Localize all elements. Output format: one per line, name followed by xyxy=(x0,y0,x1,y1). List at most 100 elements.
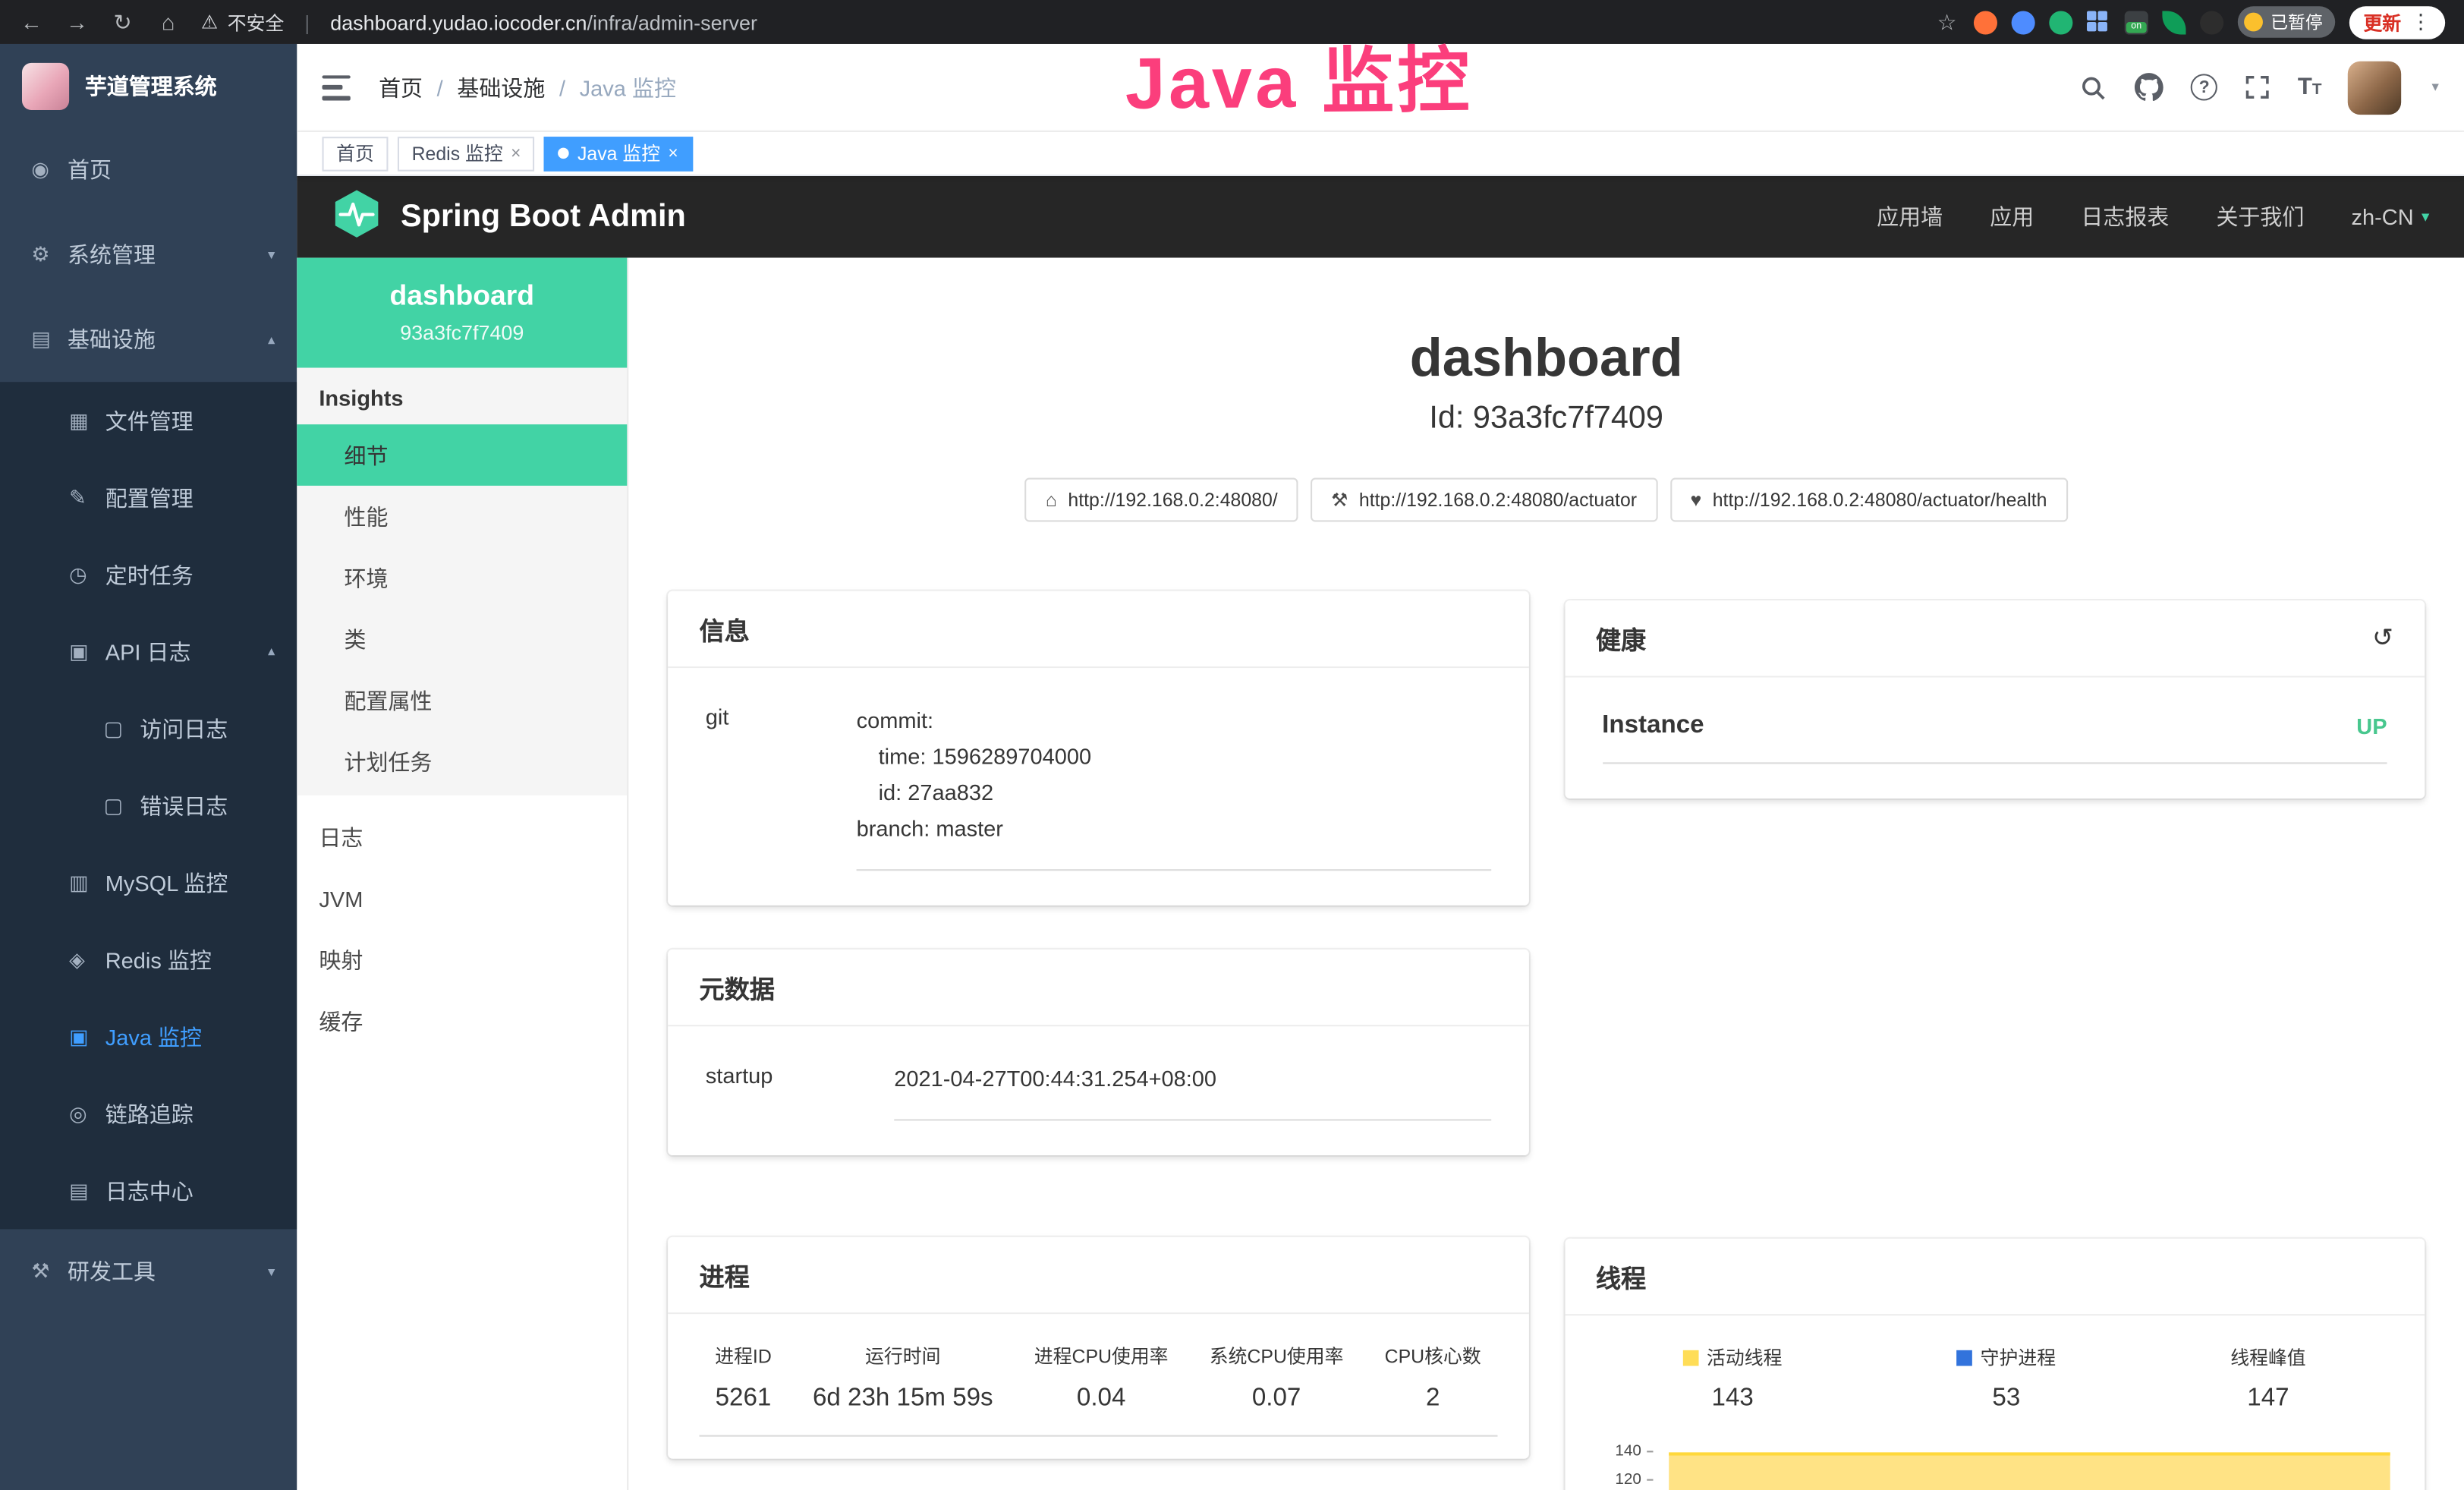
sidebar-item-mysql-monitor[interactable]: MySQL 监控 xyxy=(0,844,297,921)
address-bar[interactable]: dashboard.yudao.iocoder.cn/infra/admin-s… xyxy=(330,10,757,33)
close-icon[interactable] xyxy=(511,143,521,162)
sidebar-item-log-center[interactable]: 日志中心 xyxy=(0,1152,297,1229)
sidebar-item-redis-monitor[interactable]: Redis 监控 xyxy=(0,921,297,997)
mysql-icon xyxy=(69,870,105,895)
browser-home-icon[interactable] xyxy=(156,9,181,34)
header-actions: TT xyxy=(2079,61,2439,114)
extension-orange-icon[interactable] xyxy=(1974,10,1997,33)
tools-icon xyxy=(31,1259,68,1284)
sba-menu-mappings[interactable]: 映射 xyxy=(297,929,627,991)
user-avatar[interactable] xyxy=(2349,61,2402,114)
actuator-url-link[interactable]: http://192.168.0.2:48080/actuator xyxy=(1311,478,1657,522)
tab-redis-monitor[interactable]: Redis 监控 xyxy=(398,136,535,171)
extension-green-icon[interactable] xyxy=(2049,10,2072,33)
paused-extension-badge[interactable]: 已暂停 xyxy=(2238,6,2335,37)
extension-leaf-icon[interactable] xyxy=(2162,10,2186,33)
sidebar-item-system[interactable]: 系统管理 xyxy=(0,213,297,298)
sba-instance-header[interactable]: dashboard 93a3fc7f7409 xyxy=(297,258,627,368)
security-label: 不安全 xyxy=(228,8,285,35)
sidebar-item-api-logs[interactable]: API 日志 xyxy=(0,613,297,690)
sba-menu-performance[interactable]: 性能 xyxy=(297,486,627,547)
service-url-link[interactable]: http://192.168.0.2:48080/ xyxy=(1025,478,1298,522)
info-card: 信息 git commit: time: 1596289704000 id: 2… xyxy=(668,591,1528,906)
paused-label: 已暂停 xyxy=(2270,9,2322,34)
sba-logo-icon[interactable] xyxy=(332,187,382,246)
sba-nav-about[interactable]: 关于我们 xyxy=(2216,201,2304,232)
process-metric-cpu: 进程CPU使用率 0.04 xyxy=(1034,1343,1169,1413)
tab-java-monitor[interactable]: Java 监控 xyxy=(544,136,692,171)
sba-menu-environment[interactable]: 环境 xyxy=(297,547,627,609)
trace-icon xyxy=(69,1101,105,1126)
hamburger-icon[interactable] xyxy=(323,74,354,99)
instance-subtitle: Id: 93a3fc7f7409 xyxy=(628,402,2464,438)
metadata-card: 元数据 startup 2021-04-27T00:44:31.254+08:0… xyxy=(668,950,1528,1156)
card-title: 健康 xyxy=(1596,620,1646,658)
sba-brand-title[interactable]: Spring Boot Admin xyxy=(401,199,686,235)
sba-header: Spring Boot Admin 应用墙 应用 日志报表 关于我们 zh-CN xyxy=(297,176,2464,258)
infrastructure-icon xyxy=(31,327,68,352)
health-url-link[interactable]: http://192.168.0.2:48080/actuator/health xyxy=(1670,478,2068,522)
sba-menu-scheduled-tasks[interactable]: 计划任务 xyxy=(297,731,627,792)
sidebar-item-infra[interactable]: 基础设施 xyxy=(0,297,297,382)
extension-drop-icon[interactable] xyxy=(2012,10,2035,33)
sba-menu-caches[interactable]: 缓存 xyxy=(297,991,627,1052)
sidebar-item-home[interactable]: 首页 xyxy=(0,128,297,213)
breadcrumb-infra[interactable]: 基础设施 xyxy=(457,71,545,102)
browser-forward-icon[interactable] xyxy=(65,9,90,34)
browser-back-icon[interactable] xyxy=(19,9,44,34)
fullscreen-icon[interactable] xyxy=(2244,74,2270,100)
bookmark-star-icon[interactable] xyxy=(1934,8,1959,35)
chevron-up-icon xyxy=(268,643,275,660)
chrome-update-button[interactable]: 更新 xyxy=(2349,5,2445,38)
breadcrumb: 首页 基础设施 Java 监控 xyxy=(379,71,676,102)
file-icon xyxy=(69,408,105,433)
sidebar-item-access-logs[interactable]: 访问日志 xyxy=(0,690,297,767)
instance-links: http://192.168.0.2:48080/ http://192.168… xyxy=(628,478,2464,522)
process-metrics-row: 进程ID 5261 运行时间 6d 23h 15m 59s xyxy=(700,1340,1497,1437)
home-icon xyxy=(1046,490,1057,512)
sba-menu-config-props[interactable]: 配置属性 xyxy=(297,669,627,731)
avatar-caret-icon[interactable] xyxy=(2431,79,2438,96)
metadata-row-startup: startup 2021-04-27T00:44:31.254+08:00 xyxy=(706,1062,1490,1122)
sidebar-item-scheduled-jobs[interactable]: 定时任务 xyxy=(0,536,297,613)
sba-menu-jvm[interactable]: JVM xyxy=(297,868,627,929)
app-logo[interactable]: 芋道管理系统 xyxy=(0,44,297,128)
sidebar-item-config-manage[interactable]: 配置管理 xyxy=(0,459,297,536)
legend-live-threads: 活动线程 143 xyxy=(1683,1344,1782,1413)
close-icon[interactable] xyxy=(668,143,678,162)
sba-menu-details[interactable]: 细节 xyxy=(297,424,627,486)
site-security-chip[interactable]: 不安全 xyxy=(201,8,284,35)
process-card: 进程 进程ID 5261 运行时间 xyxy=(668,1238,1528,1460)
browser-reload-icon[interactable] xyxy=(110,8,135,35)
process-metric-cores: CPU核心数 2 xyxy=(1385,1343,1481,1413)
sba-nav-applications[interactable]: 应用 xyxy=(1990,201,2034,232)
card-title: 进程 xyxy=(700,1256,750,1294)
sba-language-select[interactable]: zh-CN xyxy=(2352,204,2430,229)
sidebar-item-dev-tools[interactable]: 研发工具 xyxy=(0,1229,297,1314)
wrench-icon xyxy=(1331,490,1348,512)
sba-nav-wallboard[interactable]: 应用墙 xyxy=(1877,201,1943,232)
smiley-icon xyxy=(2244,13,2263,32)
heart-icon xyxy=(1690,490,1701,512)
sidebar-item-java-monitor[interactable]: Java 监控 xyxy=(0,998,297,1075)
chevron-down-icon xyxy=(268,1263,275,1281)
edit-icon xyxy=(69,485,105,510)
extension-dark-icon[interactable] xyxy=(2200,10,2223,33)
extension-grid-icon[interactable] xyxy=(2087,10,2110,33)
font-size-icon[interactable]: TT xyxy=(2298,74,2322,100)
github-icon[interactable] xyxy=(2135,72,2164,102)
sba-menu-classes[interactable]: 类 xyxy=(297,608,627,669)
breadcrumb-home[interactable]: 首页 xyxy=(379,71,423,102)
sidebar-item-error-logs[interactable]: 错误日志 xyxy=(0,767,297,844)
help-icon[interactable] xyxy=(2191,74,2217,100)
history-icon[interactable] xyxy=(2372,623,2393,654)
search-icon[interactable] xyxy=(2079,73,2107,101)
browser-menu-icon[interactable] xyxy=(2411,9,2431,34)
sba-main: dashboard Id: 93a3fc7f7409 http://192.16… xyxy=(628,258,2464,1490)
tab-home[interactable]: 首页 xyxy=(323,136,389,171)
sba-nav-journal[interactable]: 日志报表 xyxy=(2081,201,2169,232)
sba-menu-logs[interactable]: 日志 xyxy=(297,806,627,868)
extension-switch-icon[interactable]: on xyxy=(2125,10,2148,33)
sidebar-item-tracing[interactable]: 链路追踪 xyxy=(0,1075,297,1151)
sidebar-item-file-manage[interactable]: 文件管理 xyxy=(0,382,297,458)
